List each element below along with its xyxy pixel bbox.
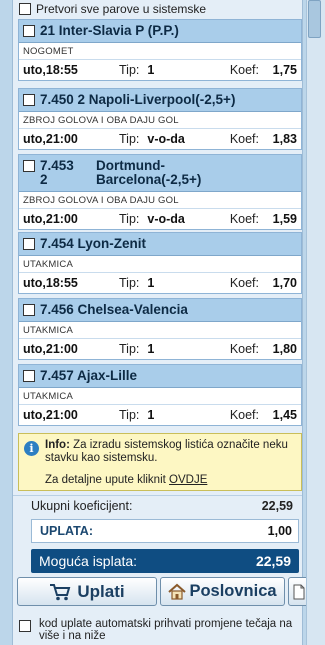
bet-category: UTAKMICA (19, 322, 301, 339)
bet-title: 21 Inter-Slavia P (P.P.) (40, 23, 179, 38)
convert-system-label: Pretvori sve parove u sistemske (36, 1, 207, 16)
scrollbar-track[interactable] (306, 0, 325, 645)
tip-label: Tip: (119, 63, 140, 77)
tip-value: 1 (147, 63, 155, 77)
bet-item: 7.453 Dortmund- 2 Barcelona(-2,5+) ZBROJ G… (18, 154, 302, 230)
convert-system-checkbox[interactable] (19, 2, 31, 15)
bet-system-checkbox[interactable] (23, 238, 35, 250)
bet-title: 7.456 Chelsea-Valencia (40, 302, 188, 317)
koef-label: Koef: (229, 276, 259, 290)
bet-header: 7.450 2 Napoli-Liverpool(-2,5+) (19, 89, 301, 112)
koef-label: Koef: (229, 342, 259, 356)
poslovnica-button[interactable]: Poslovnica (160, 577, 285, 606)
koef-value: 1,45 (272, 408, 297, 422)
bet-details: uto,21:00 Tip: 1 Koef: 1,45 (19, 405, 301, 425)
total-coef-value: 22,59 (261, 499, 293, 513)
bet-system-checkbox[interactable] (23, 25, 35, 37)
tip-value: 1 (147, 276, 155, 290)
bet-item: 7.456 Chelsea-Valencia UTAKMICA uto,21:0… (18, 298, 302, 360)
tip-label: Tip: (119, 132, 140, 146)
bet-slip-panel: Pretvori sve parove u sistemske 21 Inter… (12, 0, 310, 645)
info-message: Za izradu sistemskog listića označite ne… (45, 439, 288, 464)
bet-item: 21 Inter-Slavia P (P.P.) NOGOMET uto,18:… (18, 19, 302, 81)
koef-value: 1,59 (272, 212, 297, 226)
bet-title: 7.450 2 Napoli-Liverpool(-2,5+) (40, 92, 236, 107)
bet-time: uto,21:00 (23, 212, 78, 226)
bet-time: uto,18:55 (23, 63, 78, 77)
bet-time: uto,21:00 (23, 342, 78, 356)
bet-header: 7.456 Chelsea-Valencia (19, 299, 301, 322)
bet-header: 21 Inter-Slavia P (P.P.) (19, 20, 301, 43)
koef-value: 1,83 (272, 132, 297, 146)
koef-label: Koef: (229, 408, 259, 422)
info-text: Info: Za izradu sistemskog listića označ… (45, 439, 295, 465)
bet-category: ZBROJ GOLOVA I OBA DAJU GOL (19, 192, 301, 209)
bet-details: uto,21:00 Tip: 1 Koef: 1,80 (19, 339, 301, 359)
tip-value: 1 (147, 408, 155, 422)
tip-value: 1 (147, 342, 155, 356)
bet-item: 7.450 2 Napoli-Liverpool(-2,5+) ZBROJ GO… (18, 88, 302, 150)
koef-value: 1,75 (272, 63, 297, 77)
bet-category: ZBROJ GOLOVA I OBA DAJU GOL (19, 112, 301, 129)
poslovnica-label: Poslovnica (189, 582, 277, 600)
bet-system-checkbox[interactable] (23, 94, 35, 106)
bet-details: uto,21:00 Tip: v-o-da Koef: 1,59 (19, 209, 301, 229)
bet-details: uto,18:55 Tip: 1 Koef: 1,70 (19, 273, 301, 293)
info-box: i Info: Za izradu sistemskog listića ozn… (18, 433, 302, 491)
total-coef-label: Ukupni koeficijent: (31, 499, 133, 513)
bet-item: 7.454 Lyon-Zenit UTAKMICA uto,18:55 Tip:… (18, 232, 302, 294)
bet-header: 7.454 Lyon-Zenit (19, 233, 301, 256)
scrollbar-thumb[interactable] (308, 0, 321, 38)
bet-title: 7.453 Dortmund- 2 Barcelona(-2,5+) (40, 158, 202, 187)
uplati-label: Uplati (77, 581, 125, 601)
tip-label: Tip: (119, 342, 140, 356)
convert-system-option[interactable]: Pretvori sve parove u sistemske (19, 1, 206, 16)
bet-time: uto,21:00 (23, 408, 78, 422)
cart-icon (50, 583, 71, 600)
home-icon (168, 583, 187, 600)
tip-label: Tip: (119, 408, 140, 422)
bet-time: uto,18:55 (23, 276, 78, 290)
bet-time: uto,21:00 (23, 132, 78, 146)
payout-value: 22,59 (255, 553, 291, 569)
tip-value: v-o-da (147, 132, 185, 146)
bet-category: UTAKMICA (19, 388, 301, 405)
divider (13, 495, 302, 496)
possible-payout: Moguća isplata: 22,59 (31, 549, 299, 573)
payout-label: Moguća isplata: (39, 553, 138, 569)
bet-category: NOGOMET (19, 43, 301, 60)
bet-title: 7.454 Lyon-Zenit (40, 236, 147, 251)
bet-header: 7.453 Dortmund- 2 Barcelona(-2,5+) (19, 155, 301, 192)
bet-details: uto,21:00 Tip: v-o-da Koef: 1,83 (19, 129, 301, 149)
total-coefficient: Ukupni koeficijent: 22,59 (31, 499, 293, 513)
instructions-link[interactable]: OVDJE (169, 474, 207, 486)
stake-label: UPLATA: (40, 524, 93, 538)
stake-field[interactable]: UPLATA: 1,00 (31, 519, 299, 543)
bet-details: uto,18:55 Tip: 1 Koef: 1,75 (19, 60, 301, 80)
bet-system-checkbox[interactable] (23, 304, 35, 316)
bet-system-checkbox[interactable] (23, 160, 35, 172)
info-icon: i (24, 441, 39, 456)
auto-accept-checkbox[interactable] (19, 620, 31, 632)
koef-label: Koef: (229, 63, 259, 77)
koef-label: Koef: (229, 132, 259, 146)
bet-item: 7.457 Ajax-Lille UTAKMICA uto,21:00 Tip:… (18, 364, 302, 426)
info-link-line: Za detaljne upute kliknit OVDJE (45, 474, 207, 486)
bet-header: 7.457 Ajax-Lille (19, 365, 301, 388)
tip-value: v-o-da (147, 212, 185, 226)
koef-label: Koef: (229, 212, 259, 226)
info-label: Info: (45, 439, 70, 451)
uplati-button[interactable]: Uplati (17, 577, 157, 606)
tip-label: Tip: (119, 212, 140, 226)
stake-value[interactable]: 1,00 (268, 524, 292, 538)
tip-label: Tip: (119, 276, 140, 290)
bet-system-checkbox[interactable] (23, 370, 35, 382)
bet-category: UTAKMICA (19, 256, 301, 273)
info-link-prefix: Za detaljne upute kliknit (45, 474, 170, 486)
auto-accept-label: kod uplate automatski prihvati promjene … (39, 618, 293, 642)
document-icon (293, 584, 305, 599)
koef-value: 1,70 (272, 276, 297, 290)
bet-title: 7.457 Ajax-Lille (40, 368, 138, 383)
koef-value: 1,80 (272, 342, 297, 356)
